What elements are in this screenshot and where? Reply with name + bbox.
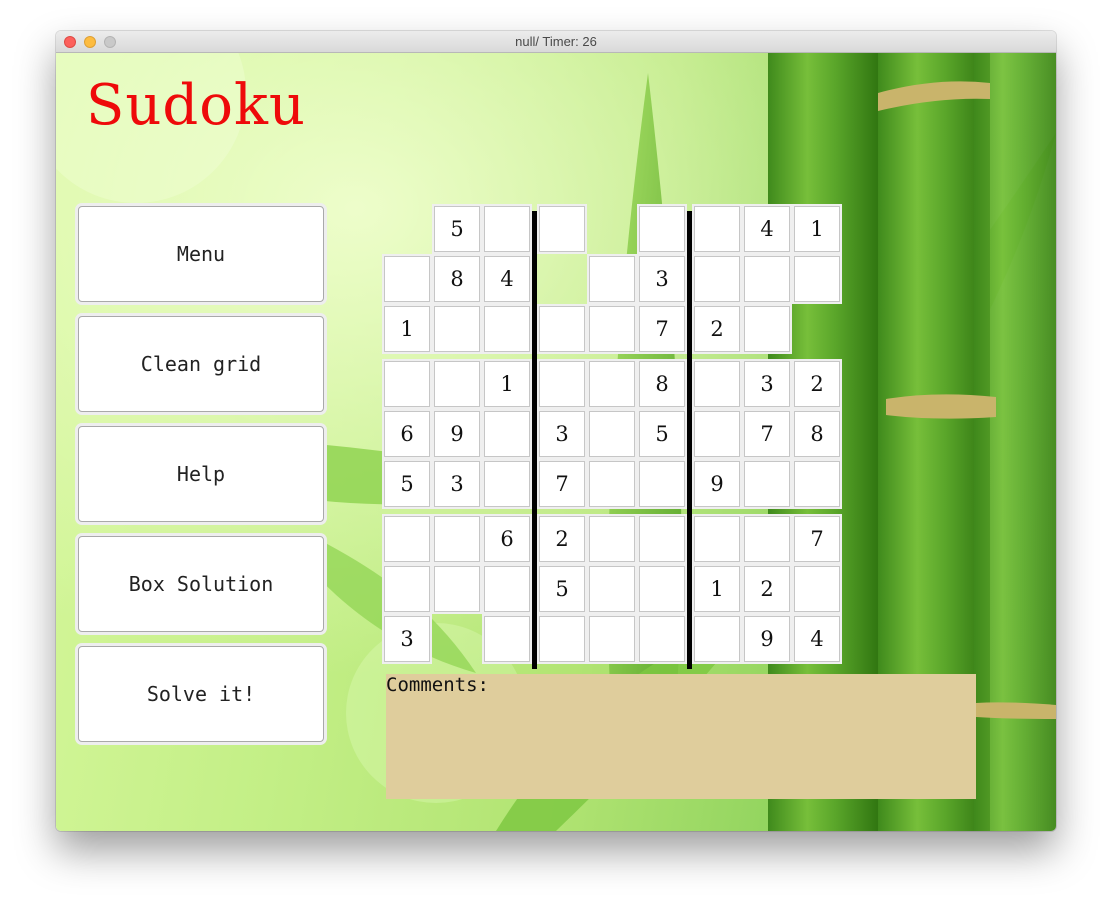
sudoku-cell[interactable]: 3	[539, 411, 585, 457]
sudoku-cell[interactable]	[384, 516, 430, 562]
sudoku-cell[interactable]	[589, 361, 635, 407]
sudoku-cell[interactable]	[384, 566, 430, 612]
sudoku-cell[interactable]	[694, 361, 740, 407]
sudoku-cell[interactable]: 8	[434, 256, 480, 302]
sudoku-cell[interactable]	[694, 411, 740, 457]
title-bar: null/ Timer: 26	[56, 31, 1056, 53]
box-separator	[532, 211, 537, 669]
sudoku-cell[interactable]	[484, 461, 530, 507]
sudoku-cell[interactable]	[744, 256, 790, 302]
sudoku-cell[interactable]	[484, 306, 530, 352]
sudoku-cell[interactable]	[589, 516, 635, 562]
sudoku-cell[interactable]	[639, 516, 685, 562]
sudoku-cell[interactable]: 5	[639, 411, 685, 457]
sudoku-cell[interactable]	[589, 566, 635, 612]
sudoku-cell[interactable]	[484, 616, 530, 662]
sudoku-cell[interactable]: 7	[539, 461, 585, 507]
sudoku-cell[interactable]	[589, 461, 635, 507]
sudoku-cell[interactable]	[639, 206, 685, 252]
sudoku-cell[interactable]	[694, 516, 740, 562]
sudoku-cell[interactable]: 2	[694, 306, 740, 352]
comments-label: Comments:	[386, 674, 489, 696]
sudoku-cell[interactable]	[484, 206, 530, 252]
sudoku-cell[interactable]: 1	[694, 566, 740, 612]
sudoku-cell[interactable]	[794, 256, 840, 302]
sudoku-cell[interactable]	[589, 411, 635, 457]
solve-button[interactable]: Solve it!	[78, 646, 324, 742]
sudoku-cell[interactable]: 3	[434, 461, 480, 507]
sudoku-cell[interactable]	[539, 616, 585, 662]
sudoku-cell[interactable]: 1	[384, 306, 430, 352]
sudoku-cell[interactable]: 9	[434, 411, 480, 457]
sudoku-cell[interactable]	[794, 461, 840, 507]
sudoku-cell[interactable]	[639, 566, 685, 612]
sudoku-cell[interactable]	[539, 206, 585, 252]
sudoku-cell[interactable]	[589, 616, 635, 662]
sudoku-cell[interactable]	[744, 516, 790, 562]
sudoku-cell[interactable]: 3	[384, 616, 430, 662]
sudoku-cell[interactable]: 8	[794, 411, 840, 457]
sudoku-cell[interactable]	[539, 306, 585, 352]
sudoku-cell[interactable]: 4	[794, 616, 840, 662]
sudoku-cell[interactable]	[384, 256, 430, 302]
sudoku-cell[interactable]: 5	[434, 206, 480, 252]
sudoku-cell[interactable]: 1	[484, 361, 530, 407]
sudoku-cell[interactable]: 6	[484, 516, 530, 562]
sudoku-panel: Sudoku Menu Clean grid Help Box Solution…	[56, 53, 1056, 831]
app-title: Sudoku	[86, 73, 306, 138]
sudoku-cell[interactable]	[434, 516, 480, 562]
sudoku-cell[interactable]: 9	[694, 461, 740, 507]
sudoku-cell[interactable]	[794, 566, 840, 612]
sudoku-cell[interactable]: 8	[639, 361, 685, 407]
sudoku-cell[interactable]	[589, 256, 635, 302]
sudoku-cell[interactable]: 3	[639, 256, 685, 302]
sudoku-cell[interactable]: 7	[794, 516, 840, 562]
sudoku-cell[interactable]: 7	[639, 306, 685, 352]
sudoku-cell[interactable]	[694, 206, 740, 252]
box-solution-button[interactable]: Box Solution	[78, 536, 324, 632]
sudoku-cell[interactable]	[744, 461, 790, 507]
sudoku-cell[interactable]: 3	[744, 361, 790, 407]
box-separator	[687, 211, 692, 669]
sudoku-cell[interactable]: 4	[484, 256, 530, 302]
sudoku-cell[interactable]: 5	[384, 461, 430, 507]
sudoku-cell[interactable]: 2	[744, 566, 790, 612]
sudoku-cell[interactable]	[539, 361, 585, 407]
sudoku-cell[interactable]: 7	[744, 411, 790, 457]
sudoku-cell[interactable]: 9	[744, 616, 790, 662]
sudoku-cell[interactable]	[484, 566, 530, 612]
sudoku-cell[interactable]: 6	[384, 411, 430, 457]
window-title: null/ Timer: 26	[515, 34, 597, 49]
sudoku-cell[interactable]	[639, 461, 685, 507]
sudoku-cell[interactable]	[434, 361, 480, 407]
sudoku-cell[interactable]	[694, 256, 740, 302]
sudoku-cell[interactable]: 1	[794, 206, 840, 252]
sudoku-cell[interactable]: 2	[794, 361, 840, 407]
sudoku-cell[interactable]	[384, 361, 430, 407]
sudoku-cell[interactable]	[639, 616, 685, 662]
clean-grid-button[interactable]: Clean grid	[78, 316, 324, 412]
sudoku-cell[interactable]	[589, 306, 635, 352]
menu-button[interactable]: Menu	[78, 206, 324, 302]
sudoku-cell[interactable]: 5	[539, 566, 585, 612]
comments-area[interactable]: Comments:	[386, 674, 976, 799]
sudoku-cell[interactable]	[484, 411, 530, 457]
sudoku-cell[interactable]: 4	[744, 206, 790, 252]
sudoku-cell[interactable]	[744, 306, 790, 352]
sudoku-cell[interactable]	[694, 616, 740, 662]
app-window: null/ Timer: 26 Sudoku Menu Clean grid H…	[56, 31, 1056, 831]
help-button[interactable]: Help	[78, 426, 324, 522]
sudoku-cell[interactable]: 2	[539, 516, 585, 562]
sudoku-cell[interactable]	[434, 306, 480, 352]
sudoku-cell[interactable]	[434, 566, 480, 612]
